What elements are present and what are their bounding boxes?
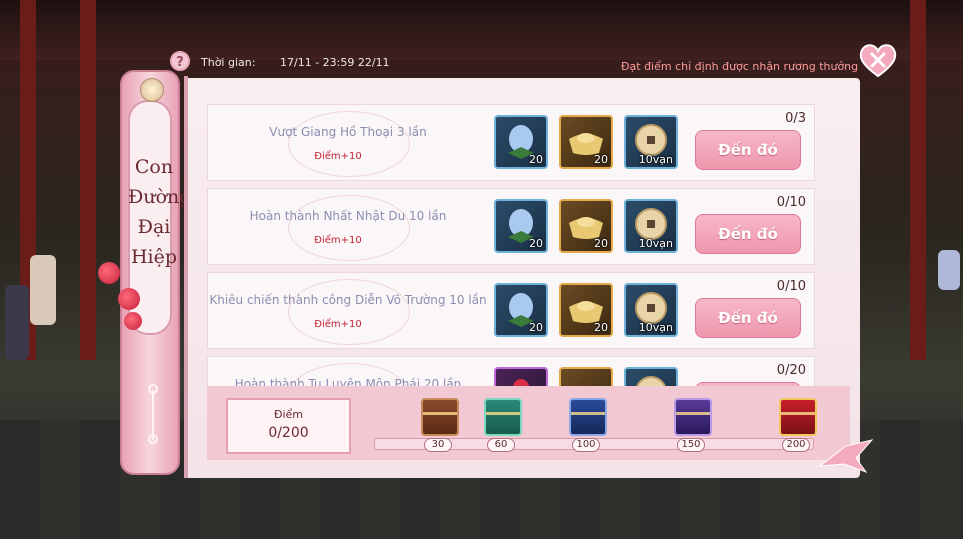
background-pillar bbox=[80, 0, 96, 360]
lotus-fruit-icon[interactable]: 20 bbox=[494, 199, 548, 253]
paper-crane-icon bbox=[818, 439, 874, 474]
task-progress: 0/10 bbox=[776, 279, 806, 294]
task-title: Khiêu chiến thành công Diễn Võ Trường 10… bbox=[209, 293, 487, 307]
event-title-line: Hiệp bbox=[130, 246, 178, 268]
copper-coin-icon[interactable]: 10vạn bbox=[624, 115, 678, 169]
close-button[interactable] bbox=[858, 42, 898, 78]
lotus-fruit-icon[interactable]: 20 bbox=[494, 115, 548, 169]
event-title-line: Đường bbox=[128, 186, 192, 208]
red-charm-icon bbox=[513, 379, 529, 386]
decorative-circle bbox=[288, 195, 410, 261]
score-value: 0/200 bbox=[268, 425, 309, 441]
event-title-line: Đại bbox=[137, 216, 171, 238]
npc-character bbox=[30, 255, 56, 325]
item-quantity: 20 bbox=[529, 321, 543, 334]
copper-coin-icon[interactable]: 10vạn bbox=[624, 283, 678, 337]
milestone-marker: 60 bbox=[487, 438, 515, 452]
background-roof bbox=[0, 0, 963, 60]
task-row: Hoàn thành Nhất Nhật Du 10 lần Điểm+10 2… bbox=[207, 188, 815, 265]
item-quantity: 10vạn bbox=[638, 237, 673, 250]
time-label: Thời gian: bbox=[201, 56, 256, 69]
rail-dot bbox=[148, 434, 158, 444]
event-title-line: Con bbox=[134, 156, 174, 178]
background-pillar bbox=[910, 0, 926, 360]
task-row: Vượt Giang Hồ Thoại 3 lần Điểm+10 20 20 … bbox=[207, 104, 815, 181]
item-quantity: 20 bbox=[529, 153, 543, 166]
gold-ingot-icon[interactable]: 20 bbox=[559, 115, 613, 169]
lotus-fruit-icon[interactable]: 20 bbox=[494, 283, 548, 337]
milestone-marker: 150 bbox=[677, 438, 705, 452]
scroll-rail bbox=[152, 390, 154, 440]
rose-icon bbox=[98, 262, 120, 284]
gold-ingot-icon[interactable]: 20 bbox=[559, 199, 613, 253]
item-quantity: 10vạn bbox=[638, 321, 673, 334]
task-progress: 0/3 bbox=[785, 111, 806, 126]
task-list[interactable]: Vượt Giang Hồ Thoại 3 lần Điểm+10 20 20 … bbox=[207, 104, 815, 386]
task-title: Vượt Giang Hồ Thoại 3 lần bbox=[269, 125, 427, 139]
item-quantity: 20 bbox=[594, 321, 608, 334]
item-quantity: 10vạn bbox=[638, 153, 673, 166]
score-label: Điểm bbox=[273, 408, 304, 421]
decorative-circle bbox=[288, 279, 410, 345]
gold-ingot-icon[interactable]: 20 bbox=[559, 283, 613, 337]
item-quantity: 20 bbox=[594, 237, 608, 250]
npc-character bbox=[938, 250, 960, 290]
panel-edge bbox=[184, 76, 188, 478]
goto-button[interactable]: Đến đó bbox=[695, 298, 801, 338]
ruby-chest-icon[interactable] bbox=[779, 398, 817, 436]
red-charm-icon[interactable] bbox=[494, 367, 548, 386]
task-points: Điểm+10 bbox=[314, 235, 362, 246]
milestone-marker: 30 bbox=[424, 438, 452, 452]
item-quantity: 20 bbox=[594, 153, 608, 166]
task-title: Hoàn thành Nhất Nhật Du 10 lần bbox=[249, 209, 447, 223]
flower-ornament-icon bbox=[140, 78, 164, 102]
reward-tip: Đạt điểm chỉ định được nhận rương thưởng bbox=[621, 60, 859, 73]
task-progress: 0/10 bbox=[776, 195, 806, 210]
task-points: Điểm+10 bbox=[314, 319, 362, 330]
milestone-marker: 100 bbox=[572, 438, 600, 452]
rose-icon bbox=[118, 288, 140, 310]
decorative-circle bbox=[288, 111, 410, 177]
copper-coin-icon bbox=[636, 376, 666, 386]
task-row: Hoàn thành Tu Luyện Môn Phái 20 lần 0/20 bbox=[207, 356, 815, 386]
score-box: Điểm 0/200 bbox=[226, 398, 351, 454]
goto-button[interactable]: Đến đó bbox=[695, 214, 801, 254]
copper-coin-icon[interactable] bbox=[624, 367, 678, 386]
milestone-marker: 200 bbox=[782, 438, 810, 452]
gold-ingot-icon[interactable] bbox=[559, 367, 613, 386]
jade-chest-icon[interactable] bbox=[484, 398, 522, 436]
sapphire-chest-icon[interactable] bbox=[569, 398, 607, 436]
event-title: Con Đường Đại Hiệp bbox=[128, 152, 192, 272]
heart-close-icon bbox=[859, 44, 897, 78]
task-progress: 0/20 bbox=[776, 363, 806, 378]
copper-coin-icon[interactable]: 10vạn bbox=[624, 199, 678, 253]
help-icon[interactable]: ? bbox=[170, 51, 190, 71]
gold-ingot-icon bbox=[561, 369, 611, 386]
bronze-chest-icon[interactable] bbox=[421, 398, 459, 436]
amethyst-chest-icon[interactable] bbox=[674, 398, 712, 436]
rose-icon bbox=[124, 312, 142, 330]
event-time-range: 17/11 - 23:59 22/11 bbox=[280, 56, 390, 69]
item-quantity: 20 bbox=[529, 237, 543, 250]
task-title: Hoàn thành Tu Luyện Môn Phái 20 lần bbox=[234, 377, 462, 386]
task-points: Điểm+10 bbox=[314, 151, 362, 162]
task-row: Khiêu chiến thành công Diễn Võ Trường 10… bbox=[207, 272, 815, 349]
rail-dot bbox=[148, 384, 158, 394]
npc-character bbox=[5, 285, 29, 360]
goto-button[interactable]: Đến đó bbox=[695, 130, 801, 170]
